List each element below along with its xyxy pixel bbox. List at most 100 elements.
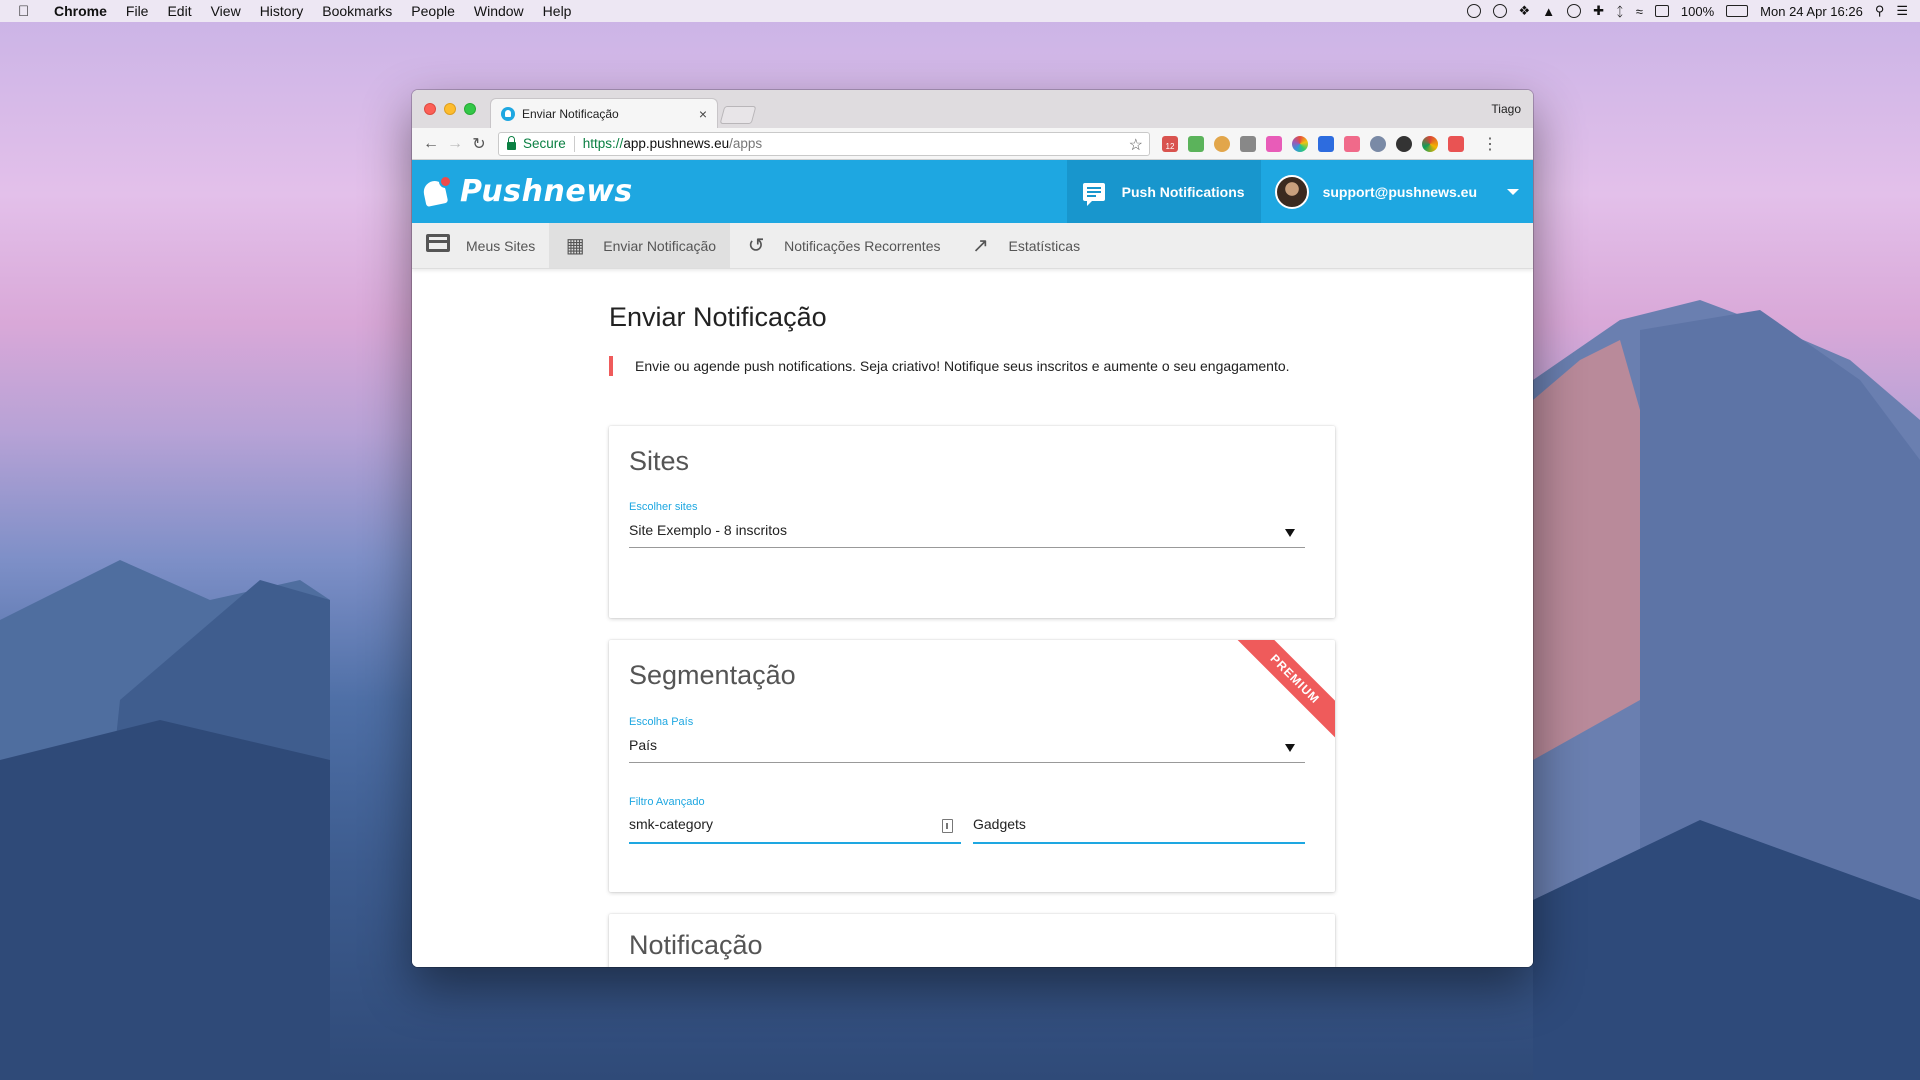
sub-navigation: Meus Sites ▦ Enviar Notificação ↺ Notifi… bbox=[412, 223, 1533, 269]
camera-extension-icon[interactable] bbox=[1240, 135, 1256, 152]
history-icon: ↺ bbox=[747, 235, 765, 257]
back-icon[interactable]: ← bbox=[420, 135, 442, 153]
menu-file[interactable]: File bbox=[126, 3, 149, 19]
chrome-extension-icon[interactable] bbox=[1422, 135, 1438, 152]
menu-view[interactable]: View bbox=[211, 3, 241, 19]
browser-toolbar: ← → ↻ Secure https:// app.pushnews.eu /a… bbox=[412, 128, 1533, 160]
field-options-icon[interactable] bbox=[942, 819, 953, 833]
trending-up-icon: ↗ bbox=[972, 235, 989, 257]
menu-help[interactable]: Help bbox=[543, 3, 572, 19]
apple-icon[interactable]:  bbox=[18, 3, 34, 20]
color-extension-icon[interactable] bbox=[1292, 135, 1308, 152]
header-actions: Push Notifications support@pushnews.eu bbox=[1066, 160, 1533, 223]
bluetooth-icon[interactable]: ᛨ bbox=[1616, 4, 1624, 19]
user-menu[interactable]: support@pushnews.eu bbox=[1261, 160, 1533, 223]
tab-strip: Enviar Notificação × Tiago bbox=[412, 90, 1533, 128]
segmentation-card: Segmentação PREMIUM Escolha País País Fi… bbox=[609, 640, 1335, 892]
url-domain: app.pushnews.eu bbox=[623, 136, 730, 151]
sites-card: Sites Escolher sites Site Exemplo - 8 in… bbox=[609, 426, 1335, 618]
nav-label: Estatísticas bbox=[1008, 237, 1081, 254]
advanced-filter-label: Filtro Avançado bbox=[629, 796, 705, 808]
browser-window: Enviar Notificação × Tiago ← → ↻ Secure … bbox=[412, 90, 1533, 967]
wave-extension-icon[interactable] bbox=[1344, 135, 1360, 152]
filter-key-input[interactable]: smk-category bbox=[629, 814, 961, 844]
country-select[interactable]: País bbox=[629, 733, 1305, 763]
tab-title: Enviar Notificação bbox=[522, 106, 619, 121]
nav-label: Notificações Recorrentes bbox=[784, 237, 941, 254]
browser-tab-active[interactable]: Enviar Notificação × bbox=[490, 98, 718, 128]
new-tab-button[interactable] bbox=[719, 106, 757, 124]
plus-icon[interactable]: ✚ bbox=[1593, 3, 1604, 19]
minimize-window-button[interactable] bbox=[444, 103, 456, 115]
dropbox-icon[interactable]: ❖ bbox=[1519, 3, 1531, 19]
tool-extension-icon[interactable] bbox=[1318, 135, 1334, 152]
nav-notificacoes-recorrentes[interactable]: ↺ Notificações Recorrentes bbox=[730, 223, 954, 268]
filter-value-value: Gadgets bbox=[973, 816, 1026, 832]
menubar-clock[interactable]: Mon 24 Apr 16:26 bbox=[1760, 4, 1863, 19]
forward-icon[interactable]: → bbox=[444, 135, 466, 153]
push-notifications-button[interactable]: Push Notifications bbox=[1066, 160, 1261, 223]
browser-menu-icon[interactable]: ⋮ bbox=[1482, 134, 1498, 154]
airplay-icon[interactable] bbox=[1654, 5, 1669, 17]
brand-name: Pushnews bbox=[460, 174, 633, 209]
sites-select-value: Site Exemplo - 8 inscritos bbox=[629, 522, 787, 538]
profile-name[interactable]: Tiago bbox=[1491, 102, 1521, 116]
nav-estatisticas[interactable]: ↗ Estatísticas bbox=[954, 223, 1094, 268]
menu-people[interactable]: People bbox=[411, 3, 455, 19]
web-icon bbox=[426, 233, 450, 258]
pushnews-logo[interactable]: Pushnews bbox=[421, 174, 633, 209]
menu-app-name[interactable]: Chrome bbox=[54, 3, 107, 19]
spotlight-icon[interactable]: ⚲ bbox=[1875, 3, 1885, 19]
pink-extension-icon[interactable] bbox=[1266, 135, 1282, 152]
wifi-icon[interactable]: ≈ bbox=[1636, 4, 1643, 19]
evernote-extension-icon[interactable] bbox=[1188, 135, 1204, 152]
cookie-extension-icon[interactable] bbox=[1214, 135, 1230, 152]
url-scheme: https:// bbox=[582, 136, 624, 151]
dropdown-arrow-icon bbox=[1285, 529, 1295, 537]
settings-extension-icon[interactable] bbox=[1396, 135, 1412, 152]
nav-enviar-notificacao[interactable]: ▦ Enviar Notificação bbox=[549, 223, 731, 268]
url-path: /apps bbox=[729, 136, 763, 151]
menu-bookmarks[interactable]: Bookmarks bbox=[322, 3, 392, 19]
country-select-value: País bbox=[629, 737, 658, 753]
puzzle-extension-icon[interactable] bbox=[1448, 135, 1464, 152]
close-tab-icon[interactable]: × bbox=[699, 106, 707, 122]
chat-icon: ▦ bbox=[565, 235, 585, 257]
sites-card-title: Sites bbox=[629, 446, 690, 476]
maximize-window-button[interactable] bbox=[464, 103, 476, 115]
battery-icon[interactable] bbox=[1726, 5, 1749, 17]
premium-ribbon-label: PREMIUM bbox=[1231, 640, 1335, 745]
sync-icon[interactable] bbox=[1567, 4, 1582, 18]
dropdown-arrow-icon bbox=[1285, 744, 1295, 752]
reload-icon[interactable]: ↻ bbox=[468, 134, 490, 154]
avatar bbox=[1274, 174, 1309, 209]
bell-logo-icon bbox=[421, 174, 452, 209]
address-bar[interactable]: Secure https:// app.pushnews.eu /apps ☆ bbox=[498, 131, 1150, 156]
menu-history[interactable]: History bbox=[260, 3, 304, 19]
filter-value-input[interactable]: Gadgets bbox=[973, 814, 1305, 844]
nav-meus-sites[interactable]: Meus Sites bbox=[412, 223, 549, 268]
main-content: Enviar Notificação Envie ou agende push … bbox=[412, 276, 1533, 967]
macos-menubar:  Chrome File Edit View History Bookmark… bbox=[0, 0, 1920, 22]
secure-label: Secure bbox=[523, 136, 566, 151]
sites-select-label: Escolher sites bbox=[629, 501, 698, 513]
status-icon[interactable] bbox=[1466, 4, 1481, 18]
menubar-status-area: ❖ ▲ ✚ ᛨ ≈ 100% Mon 24 Apr 16:26 ⚲ ☰ bbox=[1466, 0, 1908, 22]
close-window-button[interactable] bbox=[424, 103, 436, 115]
drive-icon[interactable]: ▲ bbox=[1542, 4, 1555, 19]
notification-center-icon[interactable]: ☰ bbox=[1896, 3, 1908, 19]
menu-edit[interactable]: Edit bbox=[167, 3, 191, 19]
extensions-bar: 12 ⋮ bbox=[1162, 134, 1498, 154]
calendar-extension-icon[interactable]: 12 bbox=[1162, 135, 1178, 152]
window-controls bbox=[424, 103, 476, 115]
globe-extension-icon[interactable] bbox=[1370, 135, 1386, 152]
battery-percent[interactable]: 100% bbox=[1681, 4, 1714, 19]
country-select-label: Escolha País bbox=[629, 716, 694, 728]
bookmark-star-icon[interactable]: ☆ bbox=[1129, 135, 1143, 155]
menu-window[interactable]: Window bbox=[474, 3, 524, 19]
user-email: support@pushnews.eu bbox=[1322, 183, 1477, 200]
address-divider bbox=[573, 135, 575, 152]
page-title: Enviar Notificação bbox=[609, 302, 827, 332]
sites-select[interactable]: Site Exemplo - 8 inscritos bbox=[629, 518, 1305, 548]
clock-icon[interactable] bbox=[1492, 4, 1507, 18]
